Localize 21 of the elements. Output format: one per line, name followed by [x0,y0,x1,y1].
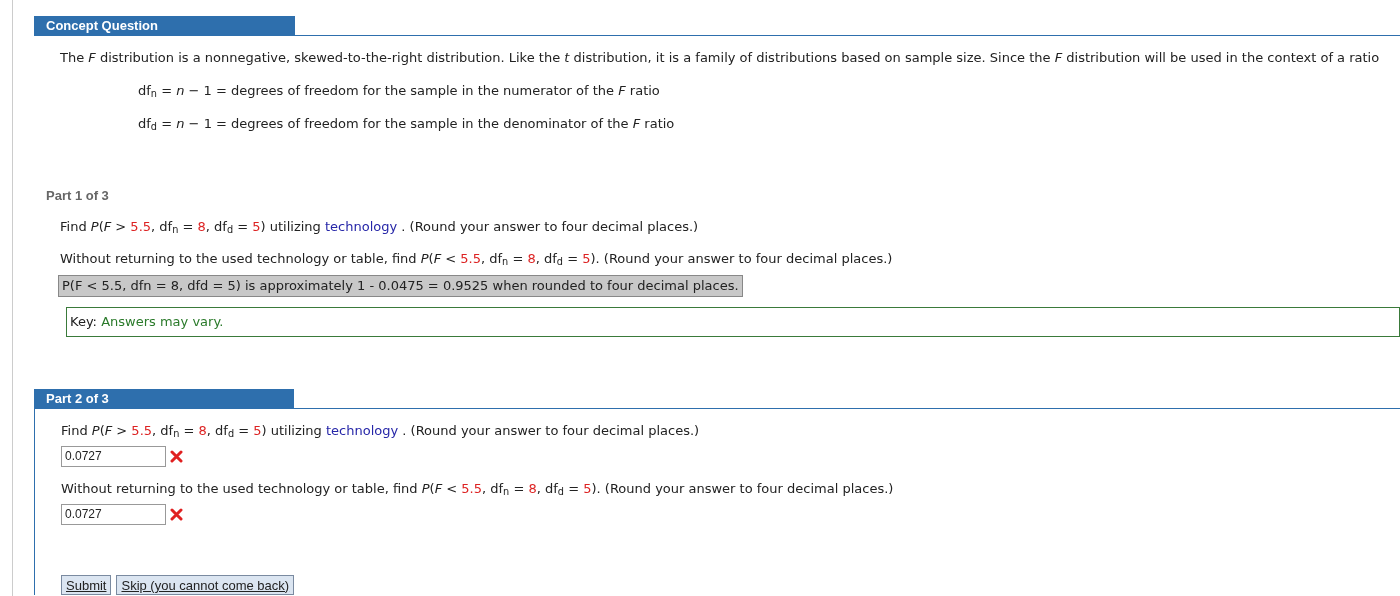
skip-button[interactable]: Skip (you cannot come back) [116,574,295,595]
wrong-answer-icon [170,507,183,521]
formula-text: df$_{d}$ = n − 1 = degrees of freedom for the sample in the denominator of the F ratio [138,115,676,134]
question-text: Find P(F > 5.5, df$_{n}$ = 8, df$_{d}$ = 5) utilizing technology . (Round your answer to four decimal places.) [60,218,700,237]
answer-field[interactable]: 0.0727 [61,445,166,467]
formula-text: df$_{n}$ = n − 1 = degrees of freedom for the sample in the numerator of the F ratio [138,81,661,100]
part-header: Part 2 of 3 [34,388,294,408]
answer-field[interactable]: 0.0727 [61,503,166,525]
technology-link[interactable]: technology [325,422,399,438]
key-text: Answers may vary. [101,314,224,329]
part-header: Part 1 of 3 [45,186,110,205]
question-text: Find P(F > 5.5, df$_{n}$ = 8, df$_{d}$ = 5) utilizing technology . (Round your answer to four decimal places.) [61,421,701,441]
submit-button[interactable]: Submit [61,574,112,595]
section-header: Concept Question [34,16,295,35]
intro-text: The F distribution is a nonnegative, skewed-to-the-right distribution. Like the t distribution, it is a family of distributions based on sample size. Since the F distribution will be used in the context of a ratio [59,49,1381,67]
technology-link[interactable]: technology [324,219,398,234]
question-text: Without returning to the used technology or table, find P(F < 5.5, df$_{n}$ = 8, df$_{d}$ = 5). (Round your answer to four decimal places.) [61,479,895,499]
solution-text: P(F < 5.5, dfn = 8, dfd = 5) is approximately 1 - 0.0475 = 0.9525 when rounded to four decimal places. [58,275,743,297]
key-label: Key: [70,314,97,329]
question-text: Without returning to the used technology or table, find P(F < 5.5, df$_{n}$ = 8, df$_{d}$ = 5). (Round your answer to four decimal places.) [60,250,894,269]
wrong-answer-icon [170,449,183,463]
